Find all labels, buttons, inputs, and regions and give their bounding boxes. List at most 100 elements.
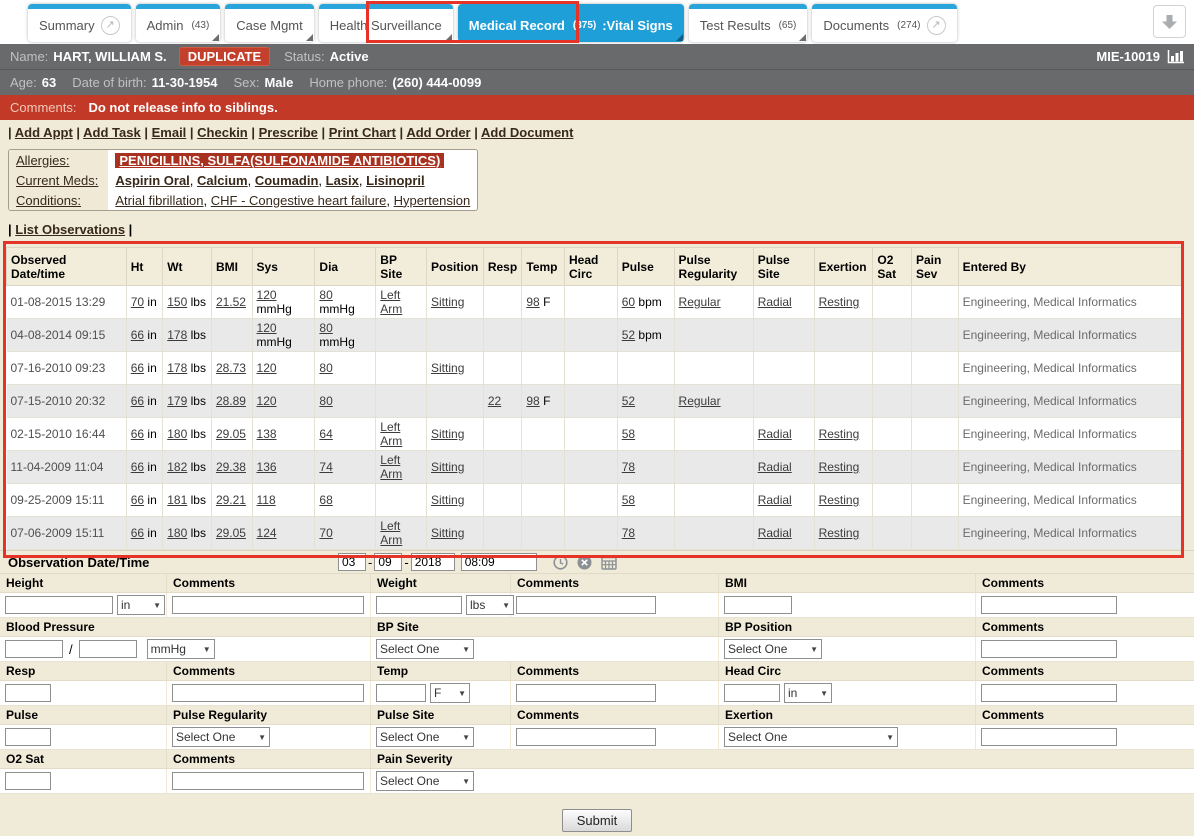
- bp-site-select[interactable]: Select One: [377, 640, 473, 658]
- condition-link[interactable]: Hypertension: [394, 193, 471, 208]
- temp-comments-input[interactable]: [516, 684, 656, 702]
- head-circ-comments-input[interactable]: [981, 684, 1117, 702]
- vital-value-link[interactable]: Sitting: [431, 361, 464, 375]
- vital-value-link[interactable]: 66: [131, 427, 144, 441]
- vital-value-link[interactable]: 66: [131, 361, 144, 375]
- temp-unit-select[interactable]: F: [431, 684, 469, 702]
- vital-value-link[interactable]: 78: [622, 460, 635, 474]
- vital-value-link[interactable]: 182: [167, 460, 187, 474]
- tab-test-results[interactable]: Test Results (65): [689, 4, 808, 42]
- vital-value-link[interactable]: 136: [257, 460, 277, 474]
- calendar-icon[interactable]: [601, 555, 617, 570]
- action-link-checkin[interactable]: Checkin: [197, 125, 248, 140]
- vital-value-link[interactable]: 29.05: [216, 526, 246, 540]
- bp-comments-input[interactable]: [981, 640, 1117, 658]
- o2-sat-comments-input[interactable]: [172, 772, 364, 790]
- vital-value-link[interactable]: 66: [131, 460, 144, 474]
- head-circ-unit-select[interactable]: in: [785, 684, 831, 702]
- vital-value-link[interactable]: 66: [131, 493, 144, 507]
- vital-value-link[interactable]: Radial: [758, 427, 792, 441]
- vital-value-link[interactable]: 150: [167, 295, 187, 309]
- vital-value-link[interactable]: 74: [319, 460, 332, 474]
- tab-admin[interactable]: Admin (43): [136, 4, 221, 42]
- vital-value-link[interactable]: 21.52: [216, 295, 246, 309]
- vital-value-link[interactable]: 52: [622, 394, 635, 408]
- condition-link[interactable]: CHF - Congestive heart failure: [211, 193, 387, 208]
- vital-value-link[interactable]: 118: [257, 493, 276, 507]
- vital-value-link[interactable]: Left Arm: [380, 519, 402, 547]
- vital-value-link[interactable]: 28.89: [216, 394, 246, 408]
- allergies-label-link[interactable]: Allergies:: [16, 153, 69, 168]
- vital-value-link[interactable]: 98: [526, 295, 539, 309]
- vital-value-link[interactable]: Left Arm: [380, 453, 402, 481]
- current-med-link[interactable]: Lisinopril: [366, 173, 425, 188]
- temp-input[interactable]: [376, 684, 426, 702]
- tab-summary[interactable]: Summary ↗: [28, 4, 131, 42]
- vital-value-link[interactable]: 80: [319, 321, 332, 335]
- vital-value-link[interactable]: 120: [257, 288, 277, 302]
- chart-icon[interactable]: [1167, 50, 1184, 64]
- vital-value-link[interactable]: Regular: [679, 394, 721, 408]
- vital-value-link[interactable]: Resting: [819, 427, 860, 441]
- action-link-add-document[interactable]: Add Document: [481, 125, 573, 140]
- head-circ-input[interactable]: [724, 684, 780, 702]
- vital-value-link[interactable]: 80: [319, 394, 332, 408]
- date-year-input[interactable]: [411, 553, 455, 571]
- pulse-site-select[interactable]: Select One: [377, 728, 473, 746]
- bmi-input[interactable]: [724, 596, 792, 614]
- vital-value-link[interactable]: 80: [319, 361, 332, 375]
- vital-value-link[interactable]: 29.38: [216, 460, 246, 474]
- open-new-window-icon[interactable]: ↗: [101, 16, 120, 35]
- action-link-add-order[interactable]: Add Order: [406, 125, 470, 140]
- vital-value-link[interactable]: 80: [319, 288, 332, 302]
- action-link-add-task[interactable]: Add Task: [83, 125, 141, 140]
- vital-value-link[interactable]: 98: [526, 394, 539, 408]
- height-input[interactable]: [5, 596, 113, 614]
- current-meds-label-link[interactable]: Current Meds:: [16, 173, 98, 188]
- exertion-select[interactable]: Select One: [725, 728, 897, 746]
- vital-value-link[interactable]: 180: [167, 427, 187, 441]
- vital-value-link[interactable]: 120: [257, 321, 277, 335]
- resp-comments-input[interactable]: [172, 684, 364, 702]
- action-link-prescribe[interactable]: Prescribe: [259, 125, 318, 140]
- vital-value-link[interactable]: 181: [167, 493, 187, 507]
- vital-value-link[interactable]: Radial: [758, 460, 792, 474]
- vital-value-link[interactable]: 68: [319, 493, 332, 507]
- vital-value-link[interactable]: Sitting: [431, 493, 464, 507]
- allergy-link[interactable]: PENICILLINS, SULFA(SULFONAMIDE ANTIBIOTI…: [115, 153, 444, 168]
- clear-icon[interactable]: [577, 555, 592, 570]
- vital-value-link[interactable]: 58: [622, 427, 635, 441]
- date-day-input[interactable]: [374, 553, 402, 571]
- vital-value-link[interactable]: Regular: [679, 295, 721, 309]
- tab-medical-record[interactable]: Medical Record (375) :Vital Signs: [458, 4, 684, 42]
- vital-value-link[interactable]: 66: [131, 526, 144, 540]
- vital-value-link[interactable]: 22: [488, 394, 501, 408]
- tab-health-surveillance[interactable]: Health Surveillance: [319, 4, 453, 42]
- clock-icon[interactable]: [553, 555, 568, 570]
- date-month-input[interactable]: [338, 553, 366, 571]
- action-link-print-chart[interactable]: Print Chart: [329, 125, 396, 140]
- vital-value-link[interactable]: Radial: [758, 526, 792, 540]
- vital-value-link[interactable]: 138: [257, 427, 277, 441]
- bp-position-select[interactable]: Select One: [725, 640, 821, 658]
- bp-unit-select[interactable]: mmHg: [148, 640, 214, 658]
- vital-value-link[interactable]: 70: [131, 295, 144, 309]
- vital-value-link[interactable]: 58: [622, 493, 635, 507]
- list-observations-link[interactable]: List Observations: [15, 222, 125, 237]
- vital-value-link[interactable]: Radial: [758, 295, 792, 309]
- vital-value-link[interactable]: Resting: [819, 460, 860, 474]
- vital-value-link[interactable]: Left Arm: [380, 288, 402, 316]
- vital-value-link[interactable]: Sitting: [431, 427, 464, 441]
- pain-severity-select[interactable]: Select One: [377, 772, 473, 790]
- open-new-window-icon[interactable]: ↗: [927, 16, 946, 35]
- pulse-regularity-select[interactable]: Select One: [173, 728, 269, 746]
- bp-diastolic-input[interactable]: [79, 640, 137, 658]
- vital-value-link[interactable]: 179: [167, 394, 187, 408]
- vital-value-link[interactable]: 66: [131, 328, 144, 342]
- o2-sat-input[interactable]: [5, 772, 51, 790]
- vital-value-link[interactable]: 180: [167, 526, 187, 540]
- tab-case-mgmt[interactable]: Case Mgmt: [225, 4, 313, 42]
- vital-value-link[interactable]: 70: [319, 526, 332, 540]
- download-button[interactable]: [1153, 5, 1186, 38]
- vital-value-link[interactable]: 66: [131, 394, 144, 408]
